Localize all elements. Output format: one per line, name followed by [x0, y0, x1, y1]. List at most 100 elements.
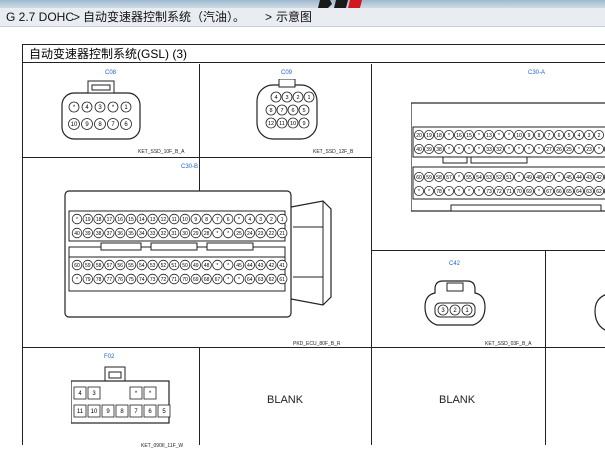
pin-number: *: [508, 147, 510, 153]
grid-divider: [199, 64, 200, 201]
pin-number: 41: [279, 263, 285, 269]
connector-code-f02: KET_090II_11F_W: [141, 443, 184, 449]
pin-number: 4: [248, 217, 251, 223]
connector-code-c08: KET_SSD_10F_B_A: [138, 149, 185, 155]
pin-number: 45: [236, 263, 242, 269]
pin-number: 25: [566, 147, 572, 153]
pin-number: *: [418, 189, 420, 195]
pin-number: 48: [204, 263, 210, 269]
pin-number: 68: [204, 277, 210, 283]
pin-number: 51: [171, 263, 177, 269]
brand-logo: [318, 0, 362, 8]
grid-divider: [199, 347, 200, 445]
pin-number: 2: [296, 95, 299, 101]
connector-c30b-drawing: * 19 18 17 16 15 14 13 12 11 10 9 8 7 6 * 4 3 2 140 39 38 37 36…: [64, 190, 332, 318]
pin-number: 13: [486, 133, 492, 139]
connector-label-f02: F02: [104, 354, 115, 360]
pin-number: 37: [107, 231, 113, 237]
pin-number: 71: [171, 277, 177, 283]
pin-number: 3: [285, 95, 288, 101]
pin-number: 74: [139, 277, 145, 283]
grid-divider: [23, 347, 372, 348]
pin-number: 70: [182, 277, 188, 283]
connector-code-c42: KET_SSD_03F_B_A: [485, 341, 532, 347]
pin-number: 3: [588, 133, 591, 139]
diagram-sheet: 自动变速器控制系统(GSL) (3) C08 * 4 3 * 1 10 9 8 7 6 KET_S…: [22, 44, 605, 449]
pin-number: *: [498, 133, 500, 139]
pin-number: 25: [236, 231, 242, 237]
pin-number: 5: [568, 133, 571, 139]
connector-code-c30b: PKD_ECU_80F_B_R: [293, 341, 341, 347]
pin-number: 11: [77, 409, 84, 415]
pin-number: *: [598, 147, 600, 153]
pin-number: 62: [596, 189, 602, 195]
pin-number: *: [508, 133, 510, 139]
pin-number: 5: [302, 108, 305, 114]
pin-number: 30: [182, 231, 188, 237]
pin-number: 8: [269, 108, 272, 114]
pin-number: 8: [538, 133, 541, 139]
pin-number: *: [216, 231, 218, 237]
breadcrumb-category[interactable]: 自动变速器控制系统（汽油）。: [83, 8, 245, 26]
pin-number: 23: [258, 231, 264, 237]
pin-number: *: [238, 217, 240, 223]
pin-number: 10: [71, 122, 78, 128]
pin-number: *: [458, 175, 460, 181]
pin-number: 24: [247, 231, 253, 237]
pin-number: 9: [302, 121, 305, 127]
connector-label-c42: C42: [449, 261, 461, 267]
pin-number: 57: [107, 263, 113, 269]
pin-number: 19: [426, 133, 432, 139]
pin-number: 2: [598, 133, 601, 139]
pin-number: 33: [150, 231, 156, 237]
pin-number: 9: [194, 217, 197, 223]
pin-number: 9: [528, 133, 531, 139]
pin-number: *: [518, 147, 520, 153]
connector-c30a-drawing: 20 19 18 * 16 15 * 13 * * 10 9 8 7 6 5 4 3 240 39 38 * * * * 33 32…: [411, 102, 605, 212]
breadcrumb-model[interactable]: G 2.7 DOHC: [6, 8, 74, 26]
pin-number: 27: [546, 147, 552, 153]
pin-number: 38: [436, 147, 442, 153]
pin-number: 51: [506, 175, 512, 181]
pin-number: 7: [280, 108, 283, 114]
top-banner: [0, 0, 605, 8]
pin-number: 20: [416, 133, 422, 139]
pin-number: 43: [258, 263, 264, 269]
pin-number: 39: [85, 231, 91, 237]
pin-number: 11: [172, 217, 177, 223]
pin-number: 59: [85, 263, 91, 269]
pin-number: 4: [578, 133, 581, 139]
pin-number: 40: [416, 147, 422, 153]
pin-number: *: [227, 231, 229, 237]
pin-number: 64: [247, 277, 253, 283]
pin-number: 78: [96, 277, 102, 283]
pin-number: 79: [85, 277, 91, 283]
pin-number: 42: [269, 263, 275, 269]
pin-number: 56: [117, 263, 123, 269]
pin-number: 28: [204, 231, 210, 237]
pin-number: 67: [546, 189, 552, 195]
pin-number: 31: [171, 231, 177, 237]
pin-number: 17: [107, 217, 113, 223]
pin-number: 13: [150, 217, 156, 223]
pin-number: *: [448, 133, 450, 139]
pin-number: 32: [161, 231, 167, 237]
pin-number: 29: [193, 231, 199, 237]
pin-number: 66: [556, 189, 562, 195]
pin-number: *: [518, 175, 520, 181]
pin-number: 6: [558, 133, 561, 139]
pin-number: 34: [139, 231, 145, 237]
pin-number: 49: [193, 263, 199, 269]
pin-number: 59: [426, 175, 432, 181]
pin-number: 18: [436, 133, 442, 139]
pin-number: *: [578, 147, 580, 153]
pin-number: 73: [486, 189, 492, 195]
pin-number: 3: [259, 217, 262, 223]
pin-number: *: [458, 189, 460, 195]
connector-label-c30b: C30-B: [181, 164, 199, 170]
pin-number: *: [428, 189, 430, 195]
pin-number: 60: [416, 175, 422, 181]
pin-number: 53: [150, 263, 156, 269]
pin-number: 10: [290, 121, 296, 127]
pin-number: 60: [74, 263, 80, 269]
